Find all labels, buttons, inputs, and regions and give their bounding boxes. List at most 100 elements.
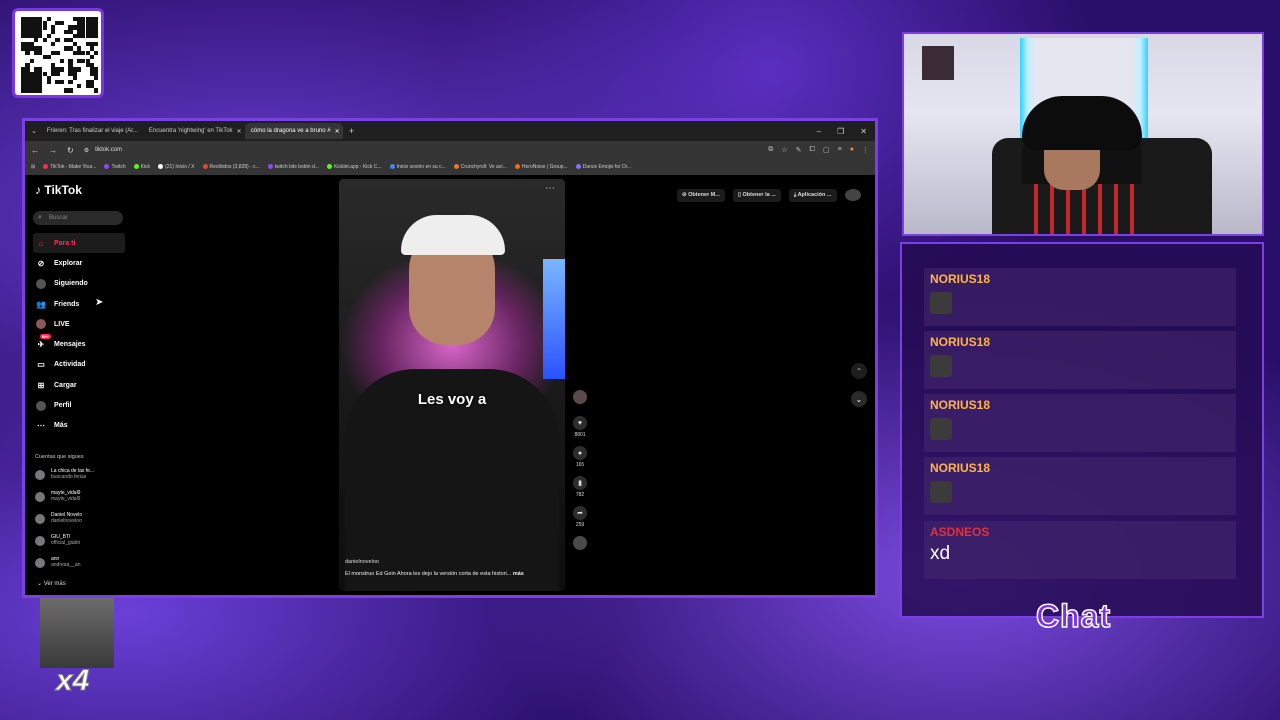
- account-item[interactable]: Daniel Novelo danielnoveloo: [35, 512, 82, 524]
- avatar[interactable]: [844, 189, 861, 201]
- video-cap: [401, 215, 505, 255]
- close-icon[interactable]: ✕: [233, 128, 241, 135]
- bookmark-favicon-icon: [267, 164, 273, 170]
- sidebar-item-live[interactable]: LIVE: [33, 314, 125, 334]
- avatar: [35, 470, 45, 480]
- video-player[interactable]: Les voy a danielnoveloo El monstruo Ed G…: [339, 179, 565, 591]
- browser-tab-1[interactable]: Frieren: Tras finalizar el viaje (Ar...✕: [41, 123, 139, 139]
- sidebar-item-siguiendo[interactable]: Siguiendo: [33, 274, 125, 294]
- profile-icon[interactable]: ●: [850, 146, 854, 154]
- sidebar-item-perfil[interactable]: Perfil: [33, 395, 125, 415]
- account-item[interactable]: La chica de las fe... buscando.ferias: [35, 468, 94, 480]
- qr-module: [55, 38, 60, 43]
- puzzle-icon[interactable]: ⧠: [809, 146, 815, 154]
- see-more-button[interactable]: ⌄ Ver más: [37, 580, 66, 587]
- close-window-icon[interactable]: ✕: [860, 127, 867, 136]
- minimize-icon[interactable]: –: [817, 127, 821, 136]
- account-item[interactable]: ann andreaa__an: [35, 556, 80, 568]
- bookmark-item[interactable]: Twitch: [104, 164, 126, 170]
- sidebar-item-explorar[interactable]: ⊘ Explorar: [33, 253, 125, 273]
- qr-module: [59, 67, 64, 72]
- tiktok-logo[interactable]: ♪ TikTok: [35, 183, 82, 197]
- browser-tab-3[interactable]: cómo la dragona ve a bruno # ✕: [244, 123, 343, 139]
- close-icon[interactable]: ✕: [138, 128, 139, 135]
- chevron-up-icon[interactable]: ⌃: [851, 363, 867, 379]
- sidebar-item-cargar[interactable]: ⊞ Cargar: [33, 375, 125, 395]
- bookmark-favicon-icon: [327, 164, 333, 170]
- chat-panel: NORIUS18 NORIUS18 NORIUS18 NORIUS18 ASDN…: [900, 242, 1264, 618]
- bookmark-item[interactable]: (21) Inicio / X: [158, 164, 195, 170]
- following-title: Cuentas que sigues: [35, 454, 84, 460]
- avatar: [35, 558, 45, 568]
- search-input[interactable]: ⌕ Buscar: [33, 211, 123, 225]
- sidebar-item-mas[interactable]: ⋯ Más: [33, 416, 125, 436]
- share-icon[interactable]: ➦: [573, 506, 587, 520]
- maximize-icon[interactable]: ❐: [837, 127, 844, 136]
- webcam-poster: [922, 46, 954, 80]
- account-item[interactable]: GIU_BTI official_giubti: [35, 534, 80, 546]
- video-username[interactable]: danielnoveloo: [345, 559, 379, 565]
- menu-icon[interactable]: ⋮: [862, 146, 869, 154]
- reload-icon[interactable]: ↻: [67, 146, 74, 155]
- site-info-icon[interactable]: ⚙: [84, 147, 89, 154]
- qr-module: [76, 84, 82, 89]
- upload-icon: ⊞: [37, 380, 45, 390]
- bookmark-icon[interactable]: ▮: [573, 476, 587, 490]
- sidebar-icon[interactable]: ▢: [823, 146, 830, 154]
- browser-tab-2[interactable]: Encuentra 'nightwing' en TikTok✕: [143, 123, 241, 139]
- bookmark-item[interactable]: Dance Emojis for Di...: [575, 164, 631, 170]
- emote-icon: [930, 355, 952, 377]
- chevron-down-icon[interactable]: ⌄: [851, 391, 867, 407]
- bookmark-item[interactable]: twitch bits botón d...: [267, 164, 319, 170]
- chat-message: NORIUS18: [924, 331, 1236, 389]
- desktop-app-button[interactable]: ⤓ Aplicación ...: [788, 189, 837, 202]
- bookmark-item[interactable]: Recibidos (3,828) - c...: [202, 164, 260, 170]
- get-coins-button[interactable]: ⊘ Obtener M...: [677, 189, 725, 202]
- bookmark-item[interactable]: Kicklet.app - Kick C...: [327, 164, 382, 170]
- sidebar-item-mensajes[interactable]: ✈ 99+ Mensajes: [33, 333, 125, 354]
- video-options-icon[interactable]: ⋯: [545, 183, 555, 194]
- new-tab-button[interactable]: +: [349, 126, 354, 136]
- extensions-icon[interactable]: ✎: [796, 146, 802, 154]
- message-icon: ✈ 99+: [37, 333, 51, 350]
- sidebar-item-actividad[interactable]: ▭ Actividad: [33, 355, 125, 375]
- video-neon-light: [543, 259, 565, 379]
- bookmark-favicon-icon: [202, 164, 208, 170]
- tab-search-icon[interactable]: ⌄: [31, 127, 37, 135]
- bookmark-label: Kick: [140, 164, 151, 170]
- back-icon[interactable]: ←: [31, 146, 39, 155]
- webcam-feed: [902, 32, 1264, 236]
- sidebar-item-friends[interactable]: 👥 Friends: [33, 294, 125, 314]
- bookmark-favicon-icon: [43, 164, 49, 170]
- avatar[interactable]: [573, 390, 587, 404]
- url-field[interactable]: tiktok.com: [95, 147, 122, 153]
- sidebar-item-para-ti[interactable]: ⌂ Para ti: [33, 233, 125, 254]
- music-disc-icon[interactable]: [573, 536, 587, 550]
- bookmark-item[interactable]: TikTok - Make Your...: [43, 164, 96, 170]
- emote-icon: [930, 418, 952, 440]
- more-icon: ⋯: [37, 421, 45, 431]
- bookmark-item[interactable]: Crunchyroll: Ve así...: [453, 164, 507, 170]
- heart-icon[interactable]: ♥: [573, 416, 587, 430]
- star-icon[interactable]: ☆: [781, 146, 787, 154]
- qr-module: [55, 71, 60, 76]
- install-icon[interactable]: ⧉: [768, 146, 773, 154]
- likes-count: 8801: [574, 432, 586, 438]
- bookmark-item[interactable]: HeroNoise | Group...: [514, 164, 568, 170]
- bookmark-item[interactable]: Kick: [133, 164, 151, 170]
- more-link[interactable]: más: [513, 571, 524, 577]
- webcam-shirt: [1022, 184, 1142, 234]
- tab-search-icon[interactable]: ≡: [838, 146, 842, 154]
- qr-module: [38, 88, 43, 93]
- chat-message: NORIUS18: [924, 394, 1236, 452]
- bookmark-item[interactable]: Inicie sesión en su c...: [389, 164, 446, 170]
- emote-icon: [930, 481, 952, 503]
- get-app-button[interactable]: ▯ Obtener la ...: [732, 189, 781, 202]
- qr-module: [42, 25, 47, 30]
- comment-icon[interactable]: ●: [573, 446, 587, 460]
- account-item[interactable]: mayte_vidal9 mayte_vidal9: [35, 490, 80, 502]
- apps-icon[interactable]: ⊞: [31, 164, 35, 170]
- close-icon[interactable]: ✕: [331, 128, 340, 135]
- forward-icon[interactable]: →: [49, 146, 57, 155]
- chat-message: ASDNEOS xd: [924, 521, 1236, 579]
